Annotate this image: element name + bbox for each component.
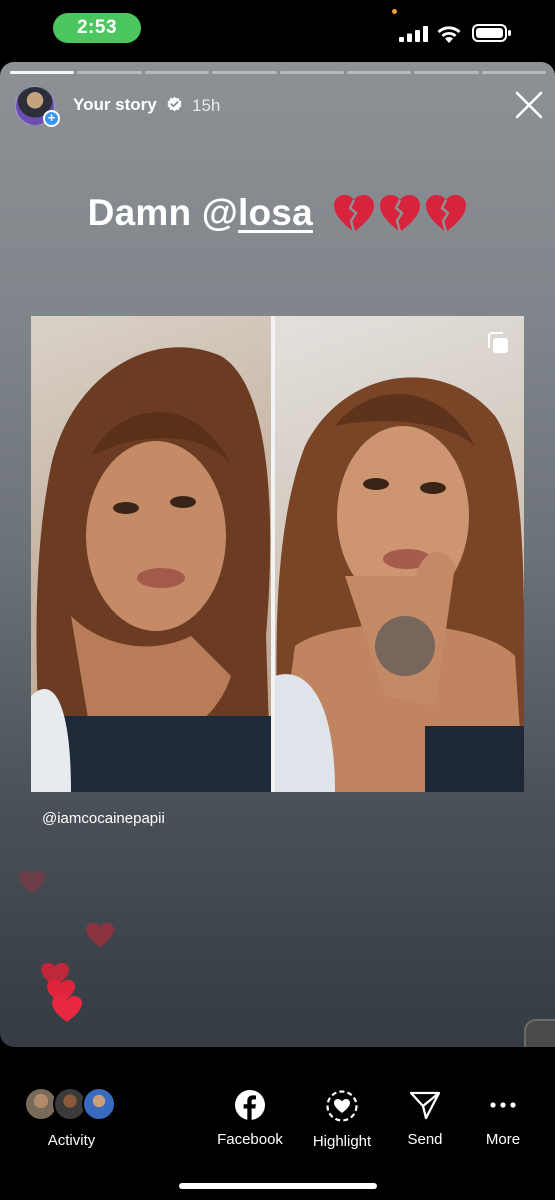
story-progress xyxy=(10,71,546,74)
cellular-signal-icon xyxy=(399,26,428,42)
battery-icon xyxy=(472,24,511,42)
facebook-button[interactable]: Facebook xyxy=(215,1089,285,1148)
activity-avatars xyxy=(24,1087,119,1123)
story-header: + Your story 15h xyxy=(15,84,545,128)
post-photo-right xyxy=(275,316,524,792)
add-story-icon[interactable]: + xyxy=(43,110,60,127)
facebook-label: Facebook xyxy=(217,1131,283,1148)
progress-segment xyxy=(144,71,210,74)
broken-hearts xyxy=(329,194,467,237)
story-action-bar: Activity Facebook Highlight Send More xyxy=(0,1047,555,1200)
send-button[interactable]: Send xyxy=(400,1089,450,1148)
carousel-icon xyxy=(488,332,508,353)
highlight-icon xyxy=(326,1090,358,1122)
status-bar: 2:53 xyxy=(0,0,555,62)
close-icon[interactable] xyxy=(514,90,544,120)
progress-segment xyxy=(212,71,277,74)
progress-segment xyxy=(77,71,142,74)
progress-segment xyxy=(279,71,344,74)
progress-segment xyxy=(481,71,546,74)
home-indicator[interactable] xyxy=(179,1183,377,1189)
privacy-indicator xyxy=(392,9,397,14)
story-username[interactable]: Your story xyxy=(73,95,157,115)
post-author[interactable]: @iamcocainepapii xyxy=(42,810,165,827)
reaction-heart-icon xyxy=(19,870,45,894)
facebook-icon xyxy=(235,1090,265,1120)
reaction-heart-icon xyxy=(86,922,114,948)
more-label: More xyxy=(485,1131,521,1148)
broken-heart-icon xyxy=(426,194,467,233)
reaction-heart-icon xyxy=(52,996,82,1022)
story-viewer[interactable]: + Your story 15h Damn @losa @iamcocainep… xyxy=(0,62,555,1047)
caption-text: Damn @ xyxy=(87,192,239,233)
activity-button[interactable]: Activity xyxy=(24,1087,119,1157)
progress-segment xyxy=(10,71,75,74)
send-label: Send xyxy=(407,1131,443,1148)
more-button[interactable]: More xyxy=(478,1089,528,1148)
post-photo-left xyxy=(31,316,271,792)
verified-badge-icon xyxy=(167,96,182,112)
status-time[interactable]: 2:53 xyxy=(53,13,141,43)
story-caption: Damn @losa xyxy=(0,192,555,237)
broken-heart-icon xyxy=(380,194,421,233)
avatar xyxy=(82,1087,116,1121)
activity-label: Activity xyxy=(47,1132,96,1149)
wifi-icon xyxy=(437,26,461,43)
send-icon xyxy=(409,1091,441,1120)
story-timestamp: 15h xyxy=(192,96,221,115)
caption-mention[interactable]: losa xyxy=(238,192,313,233)
highlight-button[interactable]: Highlight xyxy=(306,1089,378,1150)
shared-post[interactable] xyxy=(31,316,524,792)
progress-segment xyxy=(414,71,479,74)
more-icon xyxy=(490,1102,516,1108)
broken-heart-icon xyxy=(334,194,375,233)
highlight-label: Highlight xyxy=(312,1133,372,1150)
progress-segment xyxy=(346,71,412,74)
